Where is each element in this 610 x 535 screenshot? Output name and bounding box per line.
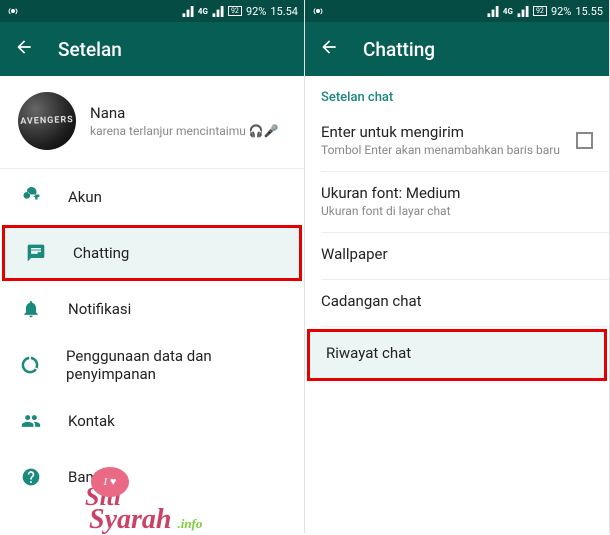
signal-icon-2 [212,6,224,17]
battery-text: 92% [246,5,266,18]
toolbar: Setelan [0,22,304,76]
item-subtitle: Tombol Enter akan menambahkan baris baru [321,143,576,157]
hotspot-icon [311,5,325,17]
contacts-icon [20,411,42,431]
menu-label: Akun [68,188,102,206]
item-subtitle: Ukuran font di layar chat [321,204,593,218]
item-title: Wallpaper [321,245,593,263]
toolbar-title: Chatting [363,38,435,61]
item-chat-backup[interactable]: Cadangan chat [305,280,609,326]
item-chat-history[interactable]: Riwayat chat [307,329,607,381]
battery-text: 92% [551,5,571,18]
menu-item-chatting[interactable]: Chatting [2,225,302,281]
item-title: Cadangan chat [321,292,593,310]
profile-name: Nana [90,104,279,122]
item-title: Enter untuk mengirim [321,123,576,141]
key-icon [20,187,42,207]
menu-item-data-usage[interactable]: Penggunaan data dan penyimpanan [0,337,304,393]
toolbar: Chatting [305,22,609,76]
avatar: AVENGERS [18,92,76,150]
battery-icon: 92 [228,6,242,16]
menu-label: Chatting [73,244,129,262]
menu-item-account[interactable]: Akun [0,169,304,225]
bell-icon [20,299,42,319]
battery-icon: 92 [533,6,547,16]
toolbar-title: Setelan [58,38,122,61]
data-usage-icon [20,355,40,375]
menu-item-contacts[interactable]: Kontak [0,393,304,449]
signal-icon [182,6,194,17]
help-icon [20,467,42,487]
status-bar: 4G 92 92% 15.55 [305,0,609,22]
profile-status: karena terlanjur mencintaimu 🎧🎤 [90,124,279,138]
section-header: Setelan chat [305,76,609,111]
menu-item-help[interactable]: Bantuan [0,449,304,505]
network-4g-label: 4G [503,7,513,16]
chat-settings-screen: 4G 92 92% 15.55 Chatting Setelan chat En… [305,0,610,533]
item-font-size[interactable]: Ukuran font: Medium Ukuran font di layar… [305,172,609,232]
divider [321,326,609,327]
profile-row[interactable]: AVENGERS Nana karena terlanjur mencintai… [0,76,304,168]
item-title: Ukuran font: Medium [321,184,593,202]
menu-label: Notifikasi [68,300,131,318]
clock-text: 15.54 [270,5,298,18]
back-icon[interactable] [14,37,34,61]
status-bar: 4G 92 92% 15.54 [0,0,304,22]
settings-screen: 4G 92 92% 15.54 Setelan AVENGERS Nana ka… [0,0,305,533]
network-4g-label: 4G [198,7,208,16]
chat-icon [25,243,47,263]
checkbox[interactable] [576,132,593,149]
menu-item-notifications[interactable]: Notifikasi [0,281,304,337]
item-enter-to-send[interactable]: Enter untuk mengirim Tombol Enter akan m… [305,111,609,171]
signal-icon [487,6,499,17]
menu-label: Kontak [68,412,115,430]
clock-text: 15.55 [575,5,603,18]
menu-label: Penggunaan data dan penyimpanan [66,347,284,383]
item-wallpaper[interactable]: Wallpaper [305,233,609,279]
item-title: Riwayat chat [326,344,588,362]
menu-label: Bantuan [68,468,123,486]
signal-icon-2 [517,6,529,17]
back-icon[interactable] [319,37,339,61]
hotspot-icon [6,5,20,17]
